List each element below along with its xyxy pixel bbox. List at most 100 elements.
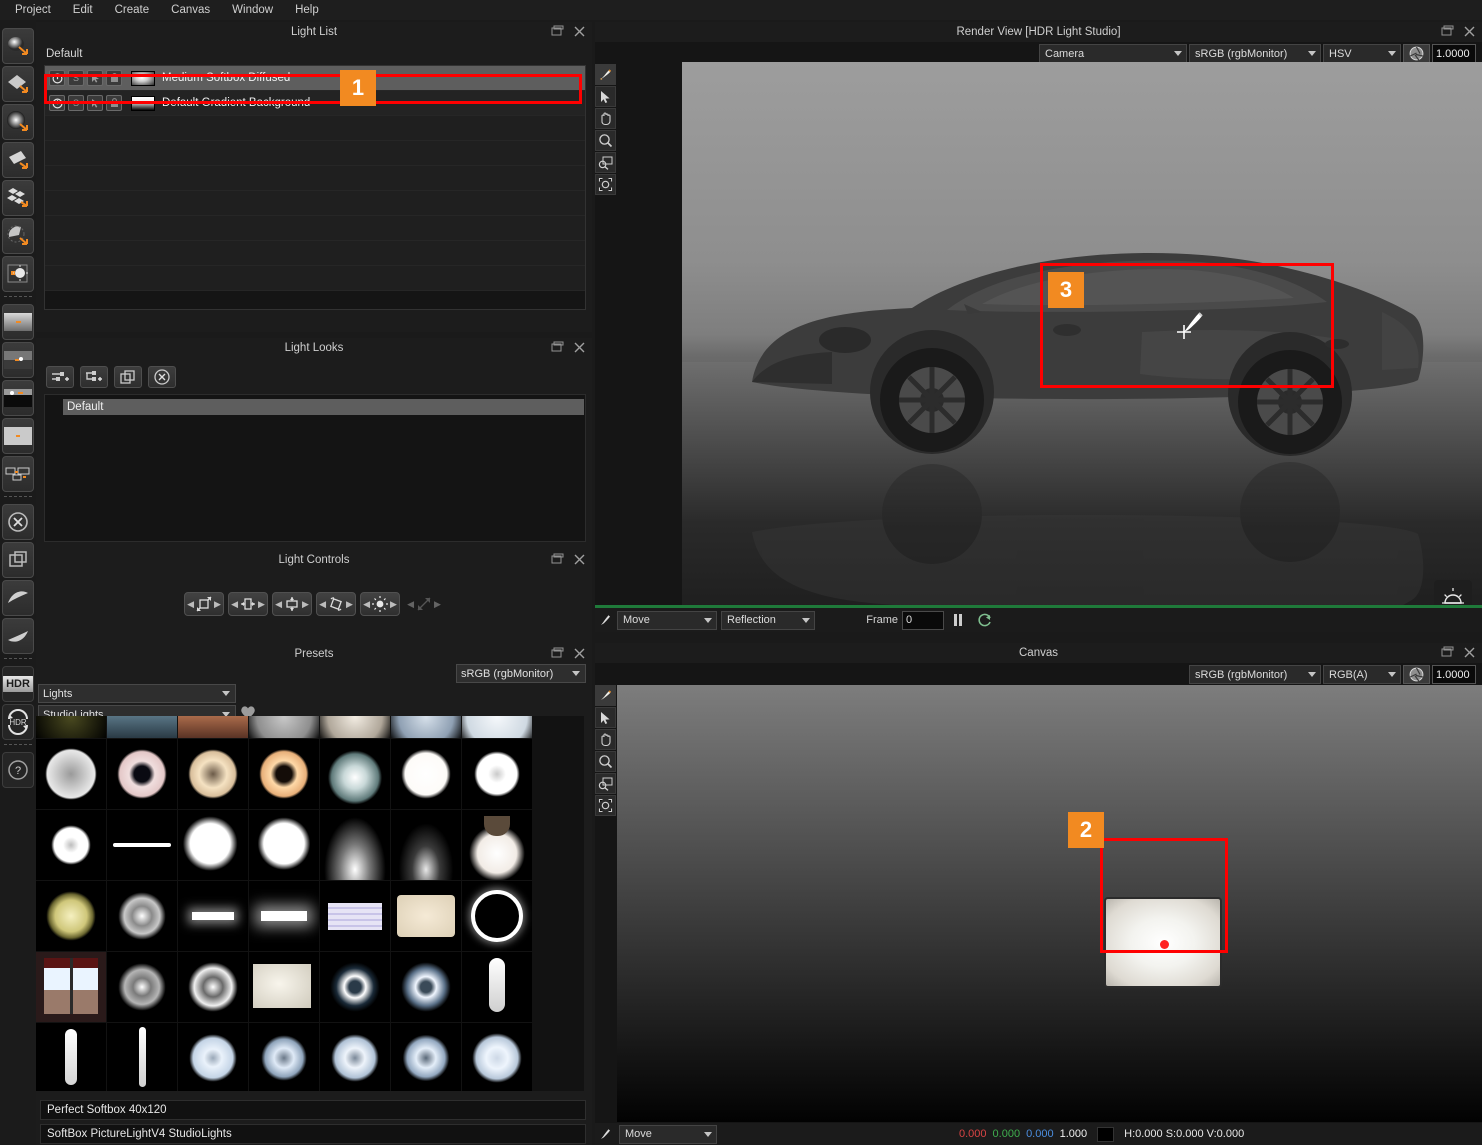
- preset-path-field[interactable]: SoftBox PictureLightV4 StudioLights: [40, 1124, 586, 1144]
- undock-icon[interactable]: [1441, 646, 1454, 659]
- zoom-rect-icon[interactable]: [595, 773, 616, 794]
- light-list-empty-row[interactable]: [45, 116, 585, 141]
- preset-thumbnail[interactable]: [178, 1023, 248, 1091]
- lock-toggle-icon[interactable]: [106, 95, 122, 111]
- canvas-light-handle[interactable]: [1160, 940, 1169, 949]
- presets-colorspace-select[interactable]: sRGB (rgbMonitor): [456, 664, 586, 683]
- plane-light-icon[interactable]: [2, 142, 34, 178]
- preset-thumbnail[interactable]: [36, 952, 106, 1022]
- curve-right-icon[interactable]: [2, 618, 34, 654]
- presets-thumbnail-grid[interactable]: [36, 716, 584, 1091]
- sun-light-icon[interactable]: [2, 256, 34, 292]
- light-list-empty-row[interactable]: [45, 191, 585, 216]
- preset-thumbnail[interactable]: [391, 810, 461, 880]
- checker-light-icon[interactable]: [2, 180, 34, 216]
- height-control[interactable]: ◀ ▶: [272, 592, 312, 616]
- cursor-icon[interactable]: [595, 86, 616, 107]
- render-view-mode-select[interactable]: Move: [617, 610, 717, 630]
- close-icon[interactable]: [573, 553, 586, 566]
- preset-thumbnail[interactable]: [178, 810, 248, 880]
- preset-thumbnail[interactable]: [249, 716, 319, 738]
- preset-thumbnail[interactable]: [462, 810, 532, 880]
- canvas-light-softbox[interactable]: [1104, 897, 1222, 988]
- preset-thumbnail[interactable]: [249, 881, 319, 951]
- preset-thumbnail[interactable]: [178, 952, 248, 1022]
- undock-icon[interactable]: [551, 647, 564, 660]
- preset-thumbnail[interactable]: [462, 881, 532, 951]
- preset-thumbnail[interactable]: [320, 716, 390, 738]
- pause-icon[interactable]: [948, 613, 968, 627]
- zoom-icon[interactable]: [595, 751, 616, 772]
- add-branch-icon[interactable]: [80, 366, 108, 388]
- preset-thumbnail[interactable]: [320, 810, 390, 880]
- menu-project[interactable]: Project: [4, 2, 62, 18]
- help-icon[interactable]: ?: [2, 752, 34, 788]
- paint-icon[interactable]: [595, 685, 616, 706]
- canvas-mode-select[interactable]: Move: [619, 1124, 717, 1144]
- light-list-empty-row[interactable]: [45, 266, 585, 291]
- preset-thumbnail[interactable]: [249, 739, 319, 809]
- render-view-image[interactable]: [682, 62, 1482, 630]
- menu-window[interactable]: Window: [221, 2, 284, 18]
- preset-thumbnail[interactable]: [107, 716, 177, 738]
- rotate-control[interactable]: ◀ ▶: [316, 592, 356, 616]
- lock-toggle-icon[interactable]: [106, 70, 122, 86]
- refresh-icon[interactable]: [972, 612, 998, 628]
- hdr-icon[interactable]: HDR: [2, 666, 34, 702]
- zoom-fit-icon[interactable]: [595, 795, 616, 816]
- preset-thumbnail[interactable]: [320, 739, 390, 809]
- delete-circle-icon[interactable]: [2, 504, 34, 540]
- preset-thumbnail[interactable]: [391, 881, 461, 951]
- preset-thumbnail[interactable]: [391, 952, 461, 1022]
- width-control[interactable]: ◀ ▶: [228, 592, 268, 616]
- image-strip-icon[interactable]: [2, 342, 34, 378]
- canvas-colorspace-select[interactable]: sRGB (rgbMonitor): [1189, 665, 1321, 684]
- duplicate-icon[interactable]: [2, 542, 34, 578]
- preset-thumbnail[interactable]: [462, 716, 532, 738]
- close-icon[interactable]: [573, 341, 586, 354]
- glow-light-icon[interactable]: [2, 104, 34, 140]
- close-icon[interactable]: [573, 647, 586, 660]
- preset-thumbnail[interactable]: [391, 1023, 461, 1091]
- preset-thumbnail[interactable]: [36, 881, 106, 951]
- close-icon[interactable]: [1463, 25, 1476, 38]
- preset-thumbnail[interactable]: [107, 881, 177, 951]
- solo-toggle-icon[interactable]: S: [68, 95, 84, 111]
- preset-thumbnail[interactable]: [36, 716, 106, 738]
- undock-icon[interactable]: [551, 25, 564, 38]
- hand-icon[interactable]: [595, 729, 616, 750]
- intensity-control[interactable]: ◀ ▶: [360, 592, 400, 616]
- cursor-icon[interactable]: [595, 707, 616, 728]
- undock-icon[interactable]: [551, 341, 564, 354]
- aperture-icon[interactable]: [1403, 665, 1430, 684]
- select-toggle-icon[interactable]: [87, 95, 103, 111]
- preset-thumbnail[interactable]: [249, 1023, 319, 1091]
- add-slider-icon[interactable]: [46, 366, 74, 388]
- preset-thumbnail[interactable]: [320, 952, 390, 1022]
- zoom-fit-icon[interactable]: [595, 174, 616, 195]
- select-toggle-icon[interactable]: [87, 70, 103, 86]
- light-list-empty-row[interactable]: [45, 216, 585, 241]
- preset-thumbnail[interactable]: [107, 810, 177, 880]
- light-row-medium-softbox-diffused[interactable]: S Medium Softbox Diffused: [45, 66, 585, 91]
- preset-thumbnail[interactable]: [320, 1023, 390, 1091]
- preset-thumbnail[interactable]: [462, 1023, 532, 1091]
- light-row-default-gradient-background[interactable]: S Default Gradient Background: [45, 91, 585, 116]
- preset-thumbnail[interactable]: [462, 952, 532, 1022]
- undock-icon[interactable]: [1441, 25, 1454, 38]
- preset-thumbnail[interactable]: [178, 881, 248, 951]
- light-list-empty-row[interactable]: [45, 166, 585, 191]
- diamond-light-icon[interactable]: [2, 66, 34, 102]
- flat-panel-icon[interactable]: [2, 418, 34, 454]
- preset-thumbnail[interactable]: [391, 739, 461, 809]
- canvas-channel-select[interactable]: RGB(A): [1323, 665, 1401, 684]
- menu-help[interactable]: Help: [284, 2, 330, 18]
- hdr-refresh-icon[interactable]: HDR: [2, 704, 34, 740]
- preset-thumbnail[interactable]: [107, 1023, 177, 1091]
- render-view-camera-select[interactable]: Camera: [1039, 44, 1187, 63]
- render-view-surface-select[interactable]: Reflection: [721, 610, 815, 630]
- zoom-rect-icon[interactable]: [595, 152, 616, 173]
- preset-thumbnail[interactable]: [249, 810, 319, 880]
- preset-thumbnail[interactable]: [178, 716, 248, 738]
- arc-light-icon[interactable]: [2, 218, 34, 254]
